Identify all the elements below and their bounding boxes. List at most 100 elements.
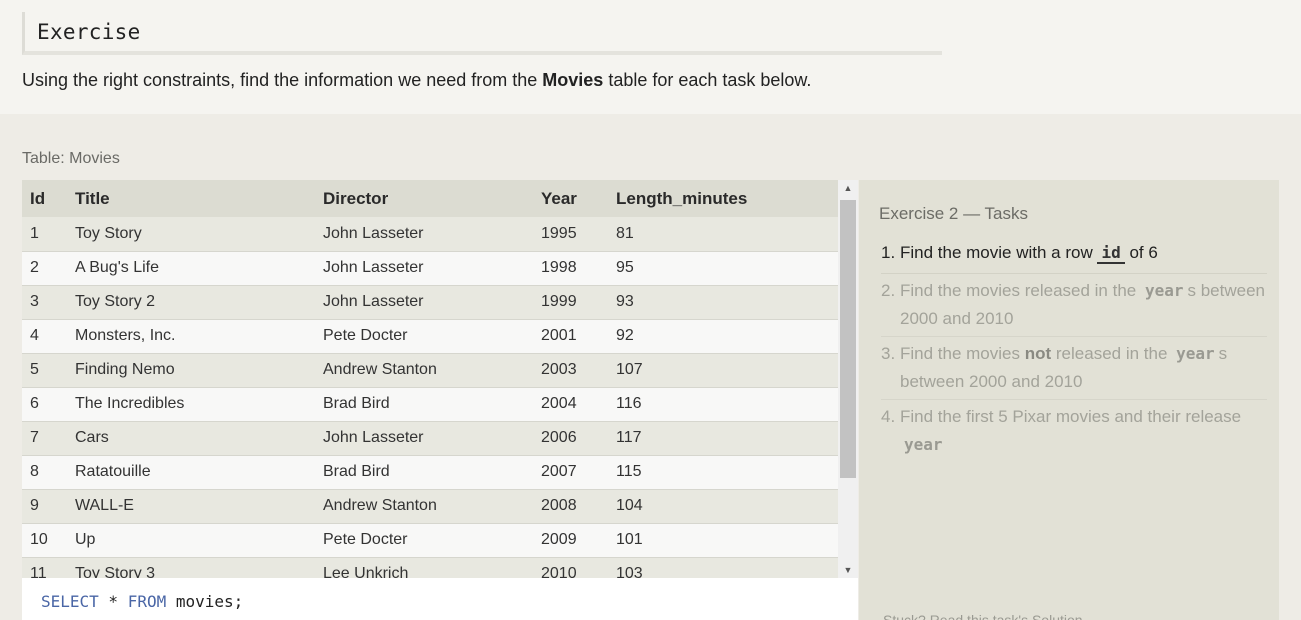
cell-year: 2001 — [533, 319, 608, 354]
table-row: 10 Up Pete Docter 2009 101 — [22, 523, 838, 558]
cell-id: 6 — [22, 387, 67, 422]
task-number: 1. — [881, 243, 896, 262]
sql-star: * — [98, 592, 128, 611]
table-row: 8 Ratatouille Brad Bird 2007 115 — [22, 455, 838, 490]
cell-director: John Lasseter — [315, 285, 533, 320]
exercise-workarea: Table: Movies Id Title Director Year Len… — [0, 114, 1301, 620]
cell-year: 2008 — [533, 489, 608, 524]
table-row: 7 Cars John Lasseter 2006 117 — [22, 421, 838, 456]
tasks-title: Exercise 2 — Tasks — [879, 204, 1028, 223]
cell-year: 1995 — [533, 217, 608, 252]
cell-director: Andrew Stanton — [315, 353, 533, 388]
cell-id: 3 — [22, 285, 67, 320]
task-text: Find the first 5 Pixar movies and their … — [900, 407, 1242, 426]
table-header-row: Id Title Director Year Length_minutes — [22, 180, 838, 217]
cell-year: 2004 — [533, 387, 608, 422]
table-row: 5 Finding Nemo Andrew Stanton 2003 107 — [22, 353, 838, 388]
intro-text-end: table for each task below. — [603, 70, 812, 90]
cell-director: Pete Docter — [315, 523, 533, 558]
column-header-id: Id — [30, 188, 46, 208]
table-row: 4 Monsters, Inc. Pete Docter 2001 92 — [22, 319, 838, 354]
task-item-2: 2. Find the movies released in the year s… — [881, 277, 1267, 337]
column-header-title: Title — [75, 188, 110, 208]
cell-year: 2006 — [533, 421, 608, 456]
cell-director: John Lasseter — [315, 251, 533, 286]
cell-title: Monsters, Inc. — [67, 319, 315, 354]
table-caption: Table: Movies — [22, 150, 120, 167]
column-header-year: Year — [541, 188, 577, 208]
task-number: 3. — [881, 344, 896, 363]
cell-length: 92 — [608, 319, 838, 354]
table-row: 2A Bug's Life John Lasseter 1998 95 — [22, 251, 838, 286]
cell-length: 116 — [608, 387, 838, 422]
cell-id: 10 — [22, 523, 67, 558]
task-number: 2. — [881, 281, 896, 300]
cell-year: 1998 — [533, 251, 608, 286]
results-table: Id Title Director Year Length_minutes 1T… — [22, 180, 838, 578]
scroll-down-icon[interactable]: ▼ — [838, 562, 858, 578]
cell-id: 1 — [22, 217, 67, 252]
column-header-length: Length_minutes — [616, 188, 748, 208]
cell-title: Cars — [67, 421, 315, 456]
scrollbar-thumb[interactable] — [840, 200, 856, 478]
cell-length: 115 — [608, 455, 838, 490]
cell-year: 2007 — [533, 455, 608, 490]
table-row: 1 Toy Story John Lasseter 1995 81 — [22, 217, 838, 252]
sql-editor[interactable]: SELECT * FROM movies; — [22, 578, 858, 620]
task-item-3: 3. Find the movies not released in the y… — [881, 340, 1267, 400]
cell-length: 81 — [608, 217, 838, 252]
task-number: 4. — [881, 407, 896, 426]
task-text: Find the movies — [900, 344, 1025, 363]
cell-year: 1999 — [533, 285, 608, 320]
scroll-up-icon[interactable]: ▲ — [838, 180, 858, 196]
cell-id: 5 — [22, 353, 67, 388]
cell-id: 11 — [22, 557, 67, 578]
task-code: id — [1097, 243, 1125, 264]
task-code: year — [1176, 344, 1215, 363]
exercise-intro: Using the right constraints, find the in… — [22, 70, 811, 91]
cell-title: The Incredibles — [67, 387, 315, 422]
cell-year: 2010 — [533, 557, 608, 578]
task-item-1: 1. Find the movie with a row id of 6 — [881, 239, 1267, 274]
cell-director: Brad Bird — [315, 387, 533, 422]
task-text: Find the movie with a row — [900, 243, 1098, 262]
task-item-4: 4. Find the first 5 Pixar movies and the… — [881, 403, 1267, 459]
cell-director: John Lasseter — [315, 217, 533, 252]
cell-title: A Bug's Life — [67, 251, 315, 286]
cell-length: 104 — [608, 489, 838, 524]
cell-director: Andrew Stanton — [315, 489, 533, 524]
exercise-header: Exercise — [22, 12, 942, 55]
table-scrollbar[interactable]: ▲ ▼ — [838, 180, 858, 578]
table-row: 3 Toy Story 2 John Lasseter 1999 93 — [22, 285, 838, 320]
table-row: 9 WALL-E Andrew Stanton 2008 104 — [22, 489, 838, 524]
cell-title: WALL-E — [67, 489, 315, 524]
cell-length: 93 — [608, 285, 838, 320]
column-header-director: Director — [323, 188, 389, 208]
task-text-mid: released in the — [1051, 344, 1173, 363]
task-code: year — [904, 435, 943, 454]
exercise-title: Exercise — [37, 20, 141, 44]
cell-length: 117 — [608, 421, 838, 456]
table-row: 11 Toy Story 3 Lee Unkrich 2010 103 — [22, 557, 838, 578]
cell-director: John Lasseter — [315, 421, 533, 456]
cell-length: 95 — [608, 251, 838, 286]
intro-text: Using the right constraints, find the in… — [22, 70, 543, 90]
cell-length: 103 — [608, 557, 838, 578]
sql-keyword-select: SELECT — [41, 592, 99, 611]
cell-id: 2 — [22, 251, 67, 286]
sql-query-text[interactable]: SELECT * FROM movies; — [41, 592, 243, 611]
solution-link[interactable]: Stuck? Read this task's Solution — [883, 612, 1083, 620]
task-code: year — [1144, 281, 1184, 300]
cell-id: 8 — [22, 455, 67, 490]
cell-year: 2009 — [533, 523, 608, 558]
cell-title: Ratatouille — [67, 455, 315, 490]
cell-length: 107 — [608, 353, 838, 388]
cell-director: Lee Unkrich — [315, 557, 533, 578]
cell-id: 9 — [22, 489, 67, 524]
cell-id: 4 — [22, 319, 67, 354]
table-row: 6 The Incredibles Brad Bird 2004 116 — [22, 387, 838, 422]
results-table-container[interactable]: Id Title Director Year Length_minutes 1T… — [22, 180, 858, 578]
cell-title: Toy Story 2 — [67, 285, 315, 320]
cell-title: Toy Story — [67, 217, 315, 252]
tasks-panel: Exercise 2 — Tasks 1. Find the movie wit… — [859, 180, 1279, 620]
